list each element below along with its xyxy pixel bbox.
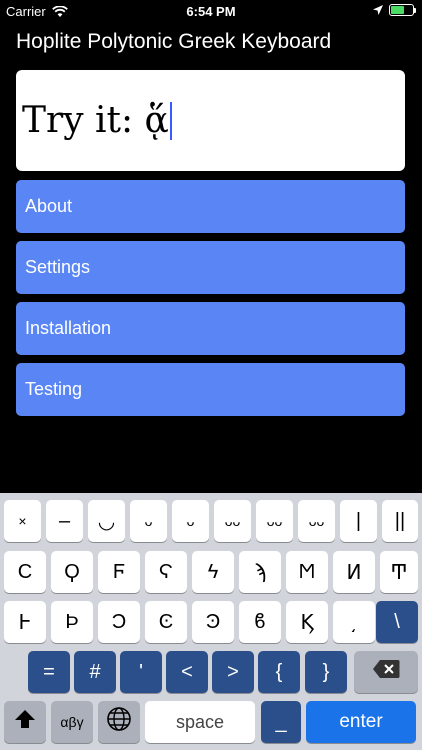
key-longum[interactable]: – <box>46 500 83 542</box>
greek-layout-key[interactable]: αβγ <box>51 701 93 743</box>
key-double-breve-macron[interactable]: ᴗᴗ <box>214 500 251 542</box>
enter-key[interactable]: enter <box>306 701 416 743</box>
key-curled-beta[interactable]: ϐ <box>239 601 281 643</box>
key-greater-than[interactable]: > <box>212 651 254 693</box>
settings-button[interactable]: Settings <box>16 241 405 294</box>
try-it-input[interactable]: Try it: ᾅ <box>16 70 405 171</box>
key-dotted-lunate-sigma[interactable]: Ͼ <box>145 601 187 643</box>
status-bar: Carrier 6:54 PM <box>0 0 422 24</box>
clock: 6:54 PM <box>186 4 236 19</box>
key-lower-numeral-sign[interactable]: ͵ <box>333 601 375 643</box>
key-heta[interactable]: Ͱ <box>4 601 46 643</box>
key-digamma[interactable]: Ϝ <box>98 551 140 593</box>
battery-icon <box>389 4 416 16</box>
globe-key[interactable] <box>98 701 140 743</box>
testing-button-label: Testing <box>25 379 83 399</box>
location-arrow-icon <box>373 5 383 15</box>
key-equals[interactable]: = <box>28 651 70 693</box>
key-koppa[interactable]: Ϙ <box>51 551 93 593</box>
key-stigma[interactable]: Ϛ <box>145 551 187 593</box>
underscore-key[interactable]: _ <box>261 701 301 743</box>
key-sho[interactable]: Ϸ <box>51 601 93 643</box>
key-left-brace[interactable]: { <box>258 651 300 693</box>
backspace-key[interactable] <box>354 651 418 693</box>
key-backslash[interactable]: \ <box>376 601 418 643</box>
key-breve-under-macron[interactable]: ᴗ <box>130 500 167 542</box>
about-button[interactable]: About <box>16 180 405 233</box>
key-san[interactable]: Ϻ <box>286 551 328 593</box>
try-it-text: Try it: ᾅ <box>22 100 169 141</box>
key-hash[interactable]: # <box>74 651 116 693</box>
key-sampi[interactable]: ϡ <box>239 551 281 593</box>
battery-level-fill <box>391 6 404 14</box>
key-koppa-archaic[interactable]: ϟ <box>192 551 234 593</box>
key-apostrophe[interactable]: ' <box>120 651 162 693</box>
backspace-icon <box>372 659 400 685</box>
key-double-breve-line[interactable]: ᴗᴗ <box>256 500 293 542</box>
settings-button-label: Settings <box>25 257 91 277</box>
key-archaic-sampi[interactable]: Ͳ <box>380 551 418 593</box>
globe-icon <box>106 706 132 738</box>
key-double-breve[interactable]: ᴗᴗ <box>298 500 335 542</box>
key-kai[interactable]: Ϗ <box>286 601 328 643</box>
key-bar[interactable]: | <box>340 500 377 542</box>
key-reversed-dotted-sigma[interactable]: Ͽ <box>192 601 234 643</box>
text-caret <box>169 101 172 140</box>
key-times[interactable]: × <box>4 500 41 542</box>
key-less-than[interactable]: < <box>166 651 208 693</box>
installation-button[interactable]: Installation <box>16 302 405 355</box>
key-macron-breve[interactable]: ᴗ <box>172 500 209 542</box>
shift-key[interactable] <box>4 701 46 743</box>
testing-button[interactable]: Testing <box>16 363 405 416</box>
about-button-label: About <box>25 196 73 216</box>
key-right-brace[interactable]: } <box>305 651 347 693</box>
space-key[interactable]: space <box>145 701 255 743</box>
installation-button-label: Installation <box>25 318 112 338</box>
key-breve[interactable]: ◡ <box>88 500 125 542</box>
shift-arrow-icon <box>14 708 36 736</box>
key-double-bar[interactable]: || <box>382 500 418 542</box>
key-pamphylian-digamma[interactable]: Ͷ <box>333 551 375 593</box>
app-title: Hoplite Polytonic Greek Keyboard <box>16 30 332 53</box>
key-reversed-lunate-sigma[interactable]: Ͻ <box>98 601 140 643</box>
key-lunate-sigma[interactable]: Ϲ <box>4 551 46 593</box>
greek-keyboard: × – ◡ ᴗ ᴗ ᴗᴗ ᴗᴗ ᴗᴗ | || Ϲ Ϙ Ϝ Ϛ ϟ ϡ Ϻ Ͷ … <box>0 493 422 750</box>
